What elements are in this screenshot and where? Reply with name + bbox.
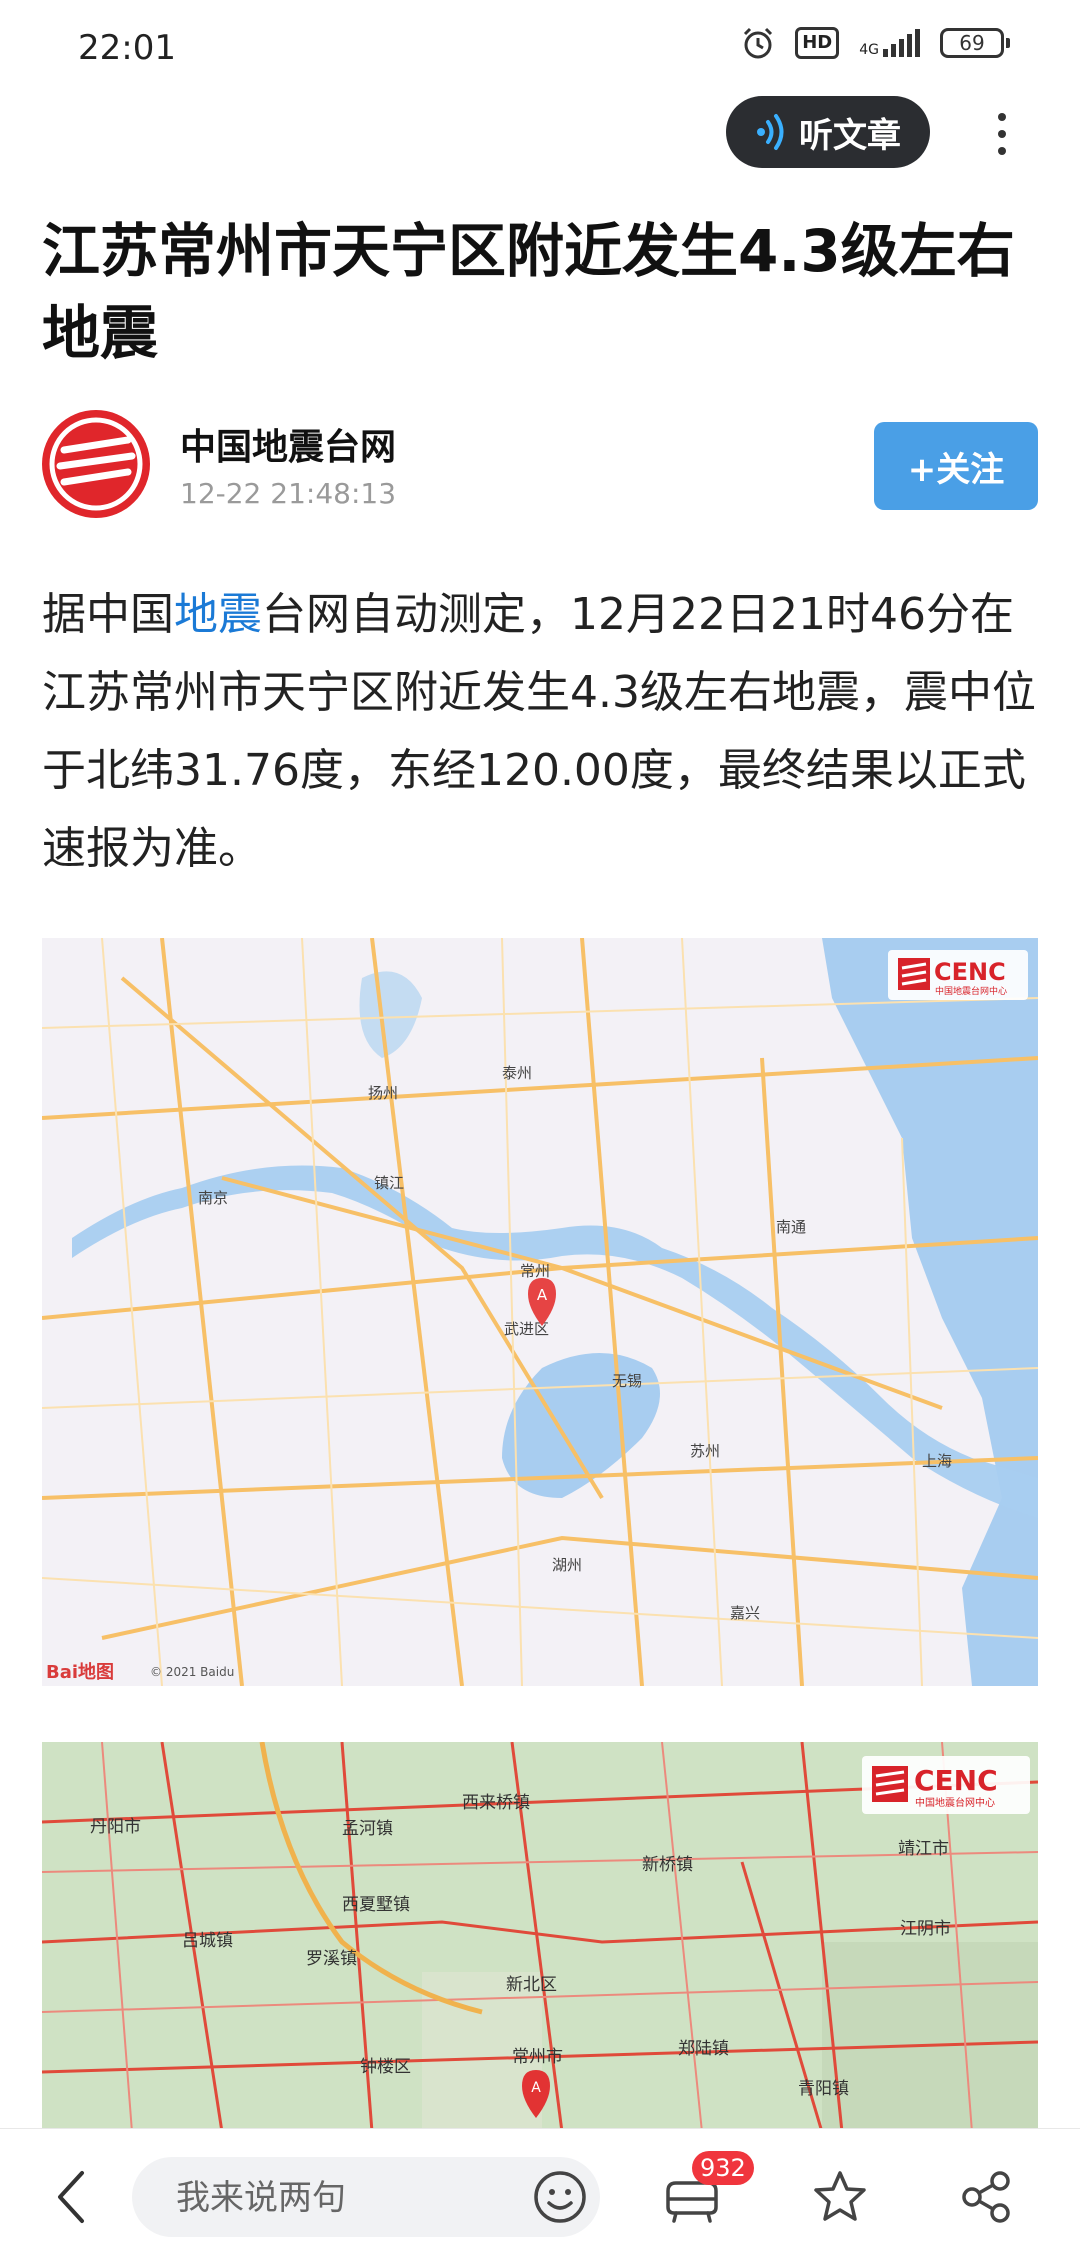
cenc-badge-local-text: CENC: [914, 1764, 998, 1797]
map2-label-xinbei: 新北区: [506, 1975, 557, 1995]
map1-label-changzhou: 常州: [520, 1262, 550, 1280]
epicenter-marker-label: A: [537, 1286, 548, 1304]
bottom-action-bar: 932: [0, 2128, 1080, 2263]
map2-label-danyang: 丹阳市: [90, 1817, 141, 1837]
map1-label-jiaxing: 嘉兴: [730, 1604, 760, 1622]
listen-article-button[interactable]: 听文章: [726, 96, 930, 168]
map1-label-wuxi: 无锡: [612, 1372, 642, 1390]
cenc-badge-text: CENC: [934, 958, 1006, 986]
map1-label-taizhou: 泰州: [502, 1064, 532, 1082]
audio-wave-icon: [757, 114, 784, 150]
comment-input[interactable]: [174, 2157, 478, 2239]
map1-label-suzhou: 苏州: [690, 1442, 720, 1460]
cenc-badge-sub: 中国地震台网中心: [935, 985, 1007, 997]
cenc-badge: CENC 中国地震台网中心: [888, 950, 1028, 1000]
share-icon[interactable]: [956, 2167, 1016, 2227]
map2-label-menghe: 孟河镇: [342, 1819, 393, 1839]
baidu-logo: Bai地图: [46, 1661, 114, 1683]
map2-label-zhenglu: 郑陆镇: [678, 2039, 729, 2059]
map2-label-xinqiao: 新桥镇: [642, 1855, 693, 1875]
follow-button[interactable]: +关注: [874, 422, 1038, 510]
author-avatar[interactable]: [42, 410, 150, 518]
epicenter-marker-local-label: A: [531, 2080, 541, 2096]
map1-label-nanjing: 南京: [198, 1189, 228, 1207]
map2-label-qingyang: 青阳镇: [798, 2079, 849, 2099]
hd-icon: HD: [795, 27, 840, 59]
publish-time: 12-22 21:48:13: [180, 477, 397, 510]
listen-label: 听文章: [799, 115, 901, 156]
status-time: 22:01: [78, 28, 176, 68]
epicenter-map-regional[interactable]: 南京 扬州 镇江 泰州 常州 无锡 苏州 上海 南通 武进区 湖州 嘉兴 A C…: [42, 938, 1038, 1686]
map2-label-zhonglou: 钟楼区: [360, 2057, 411, 2077]
cenc-badge-local-sub: 中国地震台网中心: [915, 1796, 995, 1809]
epicenter-map-local[interactable]: 丹阳市 常州市 江阴市 新北区 钟楼区 靖江市 郑陆镇 西夏墅镇 孟河镇 罗溪镇…: [42, 1742, 1038, 2132]
map2-label-luoxi: 罗溪镇: [306, 1949, 357, 1969]
emoji-icon[interactable]: [530, 2167, 590, 2227]
map1-label-huzhou: 湖州: [552, 1556, 582, 1574]
map-copyright: © 2021 Baidu: [150, 1665, 234, 1679]
article-title: 江苏常州市天宁区附近发生4.3级左右地震: [42, 217, 1015, 367]
map2-label-jingjiang: 靖江市: [898, 1839, 949, 1859]
map1-label-nantong: 南通: [776, 1218, 806, 1236]
map2-label-xilaiqiao: 西来桥镇: [462, 1793, 530, 1813]
battery-icon: 69: [940, 28, 1010, 58]
author-name[interactable]: 中国地震台网: [180, 418, 396, 470]
keyword-link[interactable]: 地震: [174, 589, 262, 640]
back-arrow-icon[interactable]: [52, 2167, 92, 2227]
map2-label-xixiashu: 西夏墅镇: [342, 1895, 410, 1915]
favorite-star-icon[interactable]: [810, 2167, 870, 2227]
status-icons: HD 4G 69: [741, 26, 1010, 60]
map1-label-yangzhou: 扬州: [368, 1084, 398, 1102]
cenc-badge-local: CENC 中国地震台网中心: [862, 1756, 1030, 1814]
comment-count-badge: 932: [692, 2151, 754, 2185]
map2-label-changzhou: 常州市: [512, 2047, 563, 2067]
map2-label-lvcheng: 吕城镇: [182, 1931, 233, 1951]
body-text-start: 据中国: [42, 589, 174, 640]
map1-label-shanghai: 上海: [922, 1452, 952, 1470]
network-type: 4G: [859, 42, 879, 58]
alarm-icon: [744, 27, 773, 59]
more-options-button[interactable]: [984, 104, 1020, 164]
signal-icon: 4G: [859, 29, 920, 57]
more-dots-icon: [998, 113, 1006, 121]
map2-label-jiangyin: 江阴市: [900, 1919, 951, 1939]
status-bar: 22:01 HD 4G 69: [0, 0, 1080, 96]
map1-label-zhenjiang: 镇江: [374, 1174, 404, 1192]
comment-box[interactable]: [132, 2157, 600, 2239]
battery-level: 69: [940, 28, 1004, 58]
article-body: 据中国地震台网自动测定，12月22日21时46分在江苏常州市天宁区附近发生4.3…: [42, 576, 1046, 888]
